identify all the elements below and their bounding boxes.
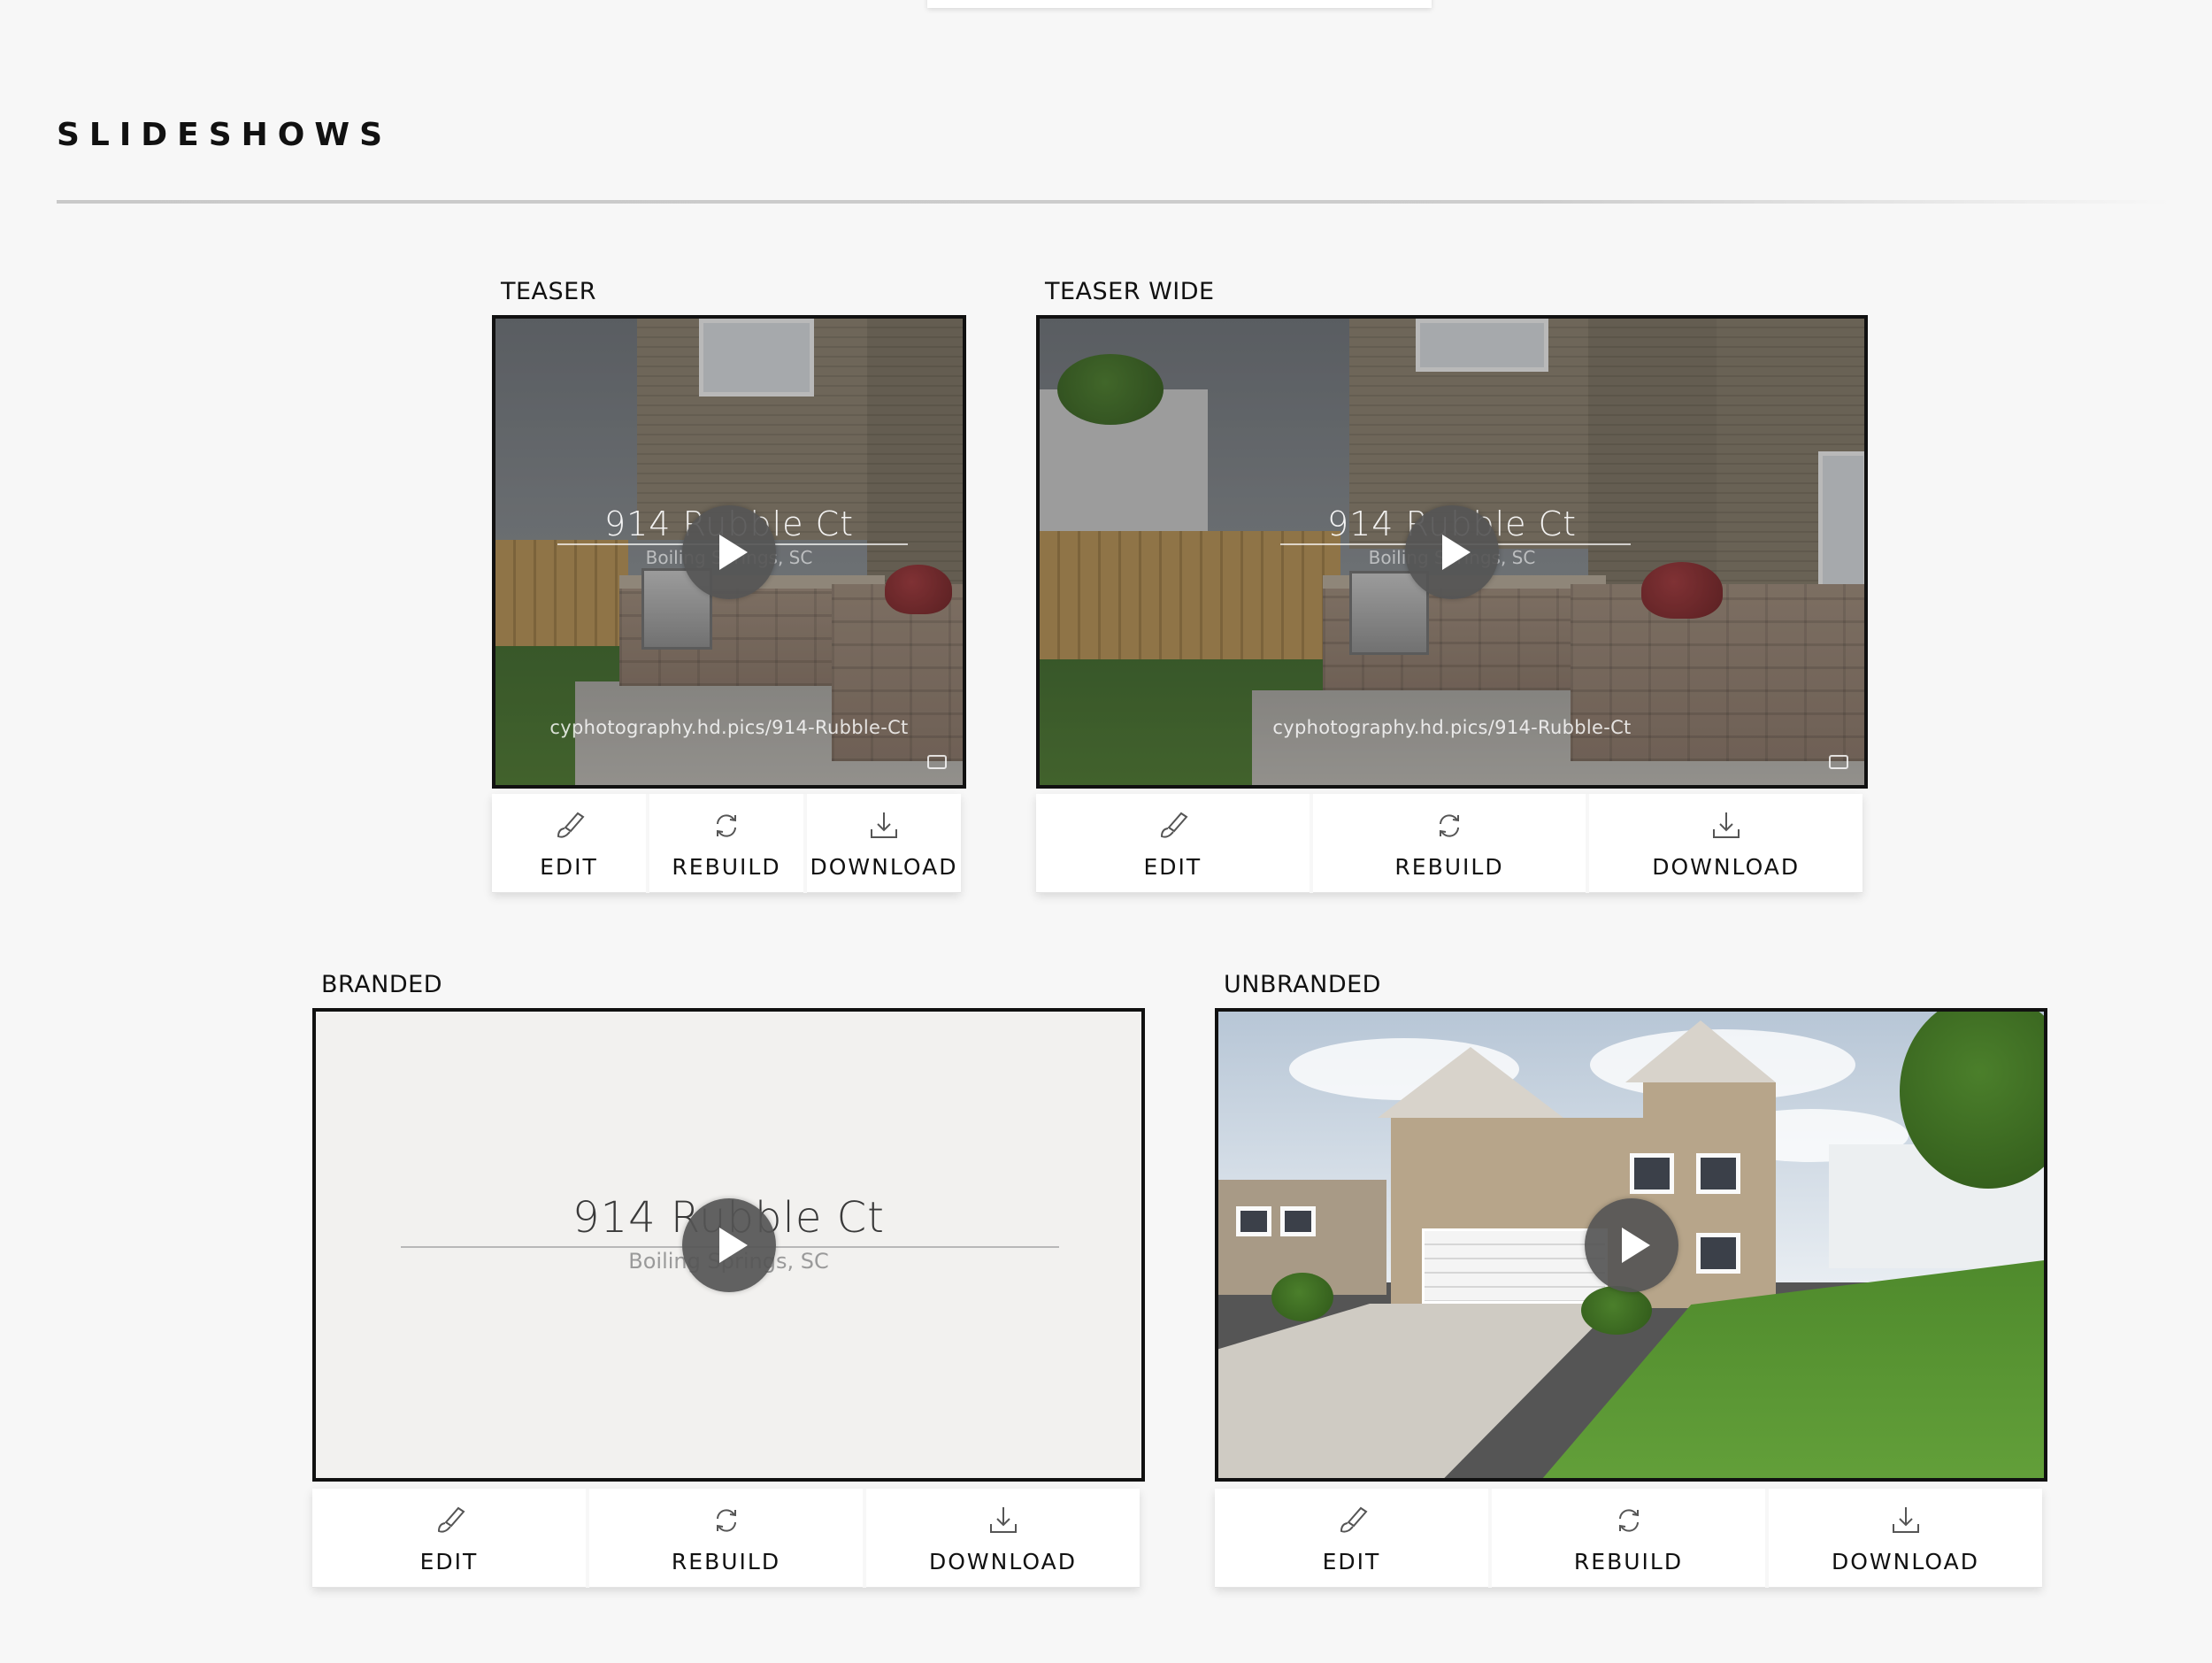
rebuild-button[interactable]: REBUILD bbox=[649, 794, 803, 893]
overlay-url: cyphotography.hd.pics/914-Rubble-Ct bbox=[549, 717, 909, 738]
download-label: DOWNLOAD bbox=[810, 854, 958, 880]
play-icon[interactable] bbox=[1405, 504, 1499, 599]
download-button[interactable]: DOWNLOAD bbox=[1769, 1489, 2042, 1588]
download-label: DOWNLOAD bbox=[1652, 854, 1801, 880]
edit-button[interactable]: EDIT bbox=[1036, 794, 1310, 893]
rebuild-button[interactable]: REBUILD bbox=[589, 1489, 863, 1588]
camera-icon bbox=[927, 755, 947, 769]
action-bar: EDIT REBUILD DOWNLOAD bbox=[1215, 1489, 2042, 1588]
edit-label: EDIT bbox=[1322, 1549, 1381, 1574]
rebuild-label: REBUILD bbox=[672, 854, 781, 880]
edit-label: EDIT bbox=[419, 1549, 479, 1574]
brush-icon bbox=[1161, 812, 1188, 838]
video-preview[interactable]: 914 Rubble Ct Boiling Springs, SC bbox=[312, 1008, 1145, 1482]
edit-label: EDIT bbox=[1143, 854, 1202, 880]
video-preview[interactable]: 914 Rubble Ct Boiling Springs, SC cyphot… bbox=[1036, 315, 1868, 789]
download-icon bbox=[1892, 1507, 1919, 1533]
edit-label: EDIT bbox=[540, 854, 598, 880]
rebuild-button[interactable]: REBUILD bbox=[1492, 1489, 1765, 1588]
download-icon bbox=[1712, 812, 1740, 838]
refresh-icon bbox=[716, 1509, 736, 1532]
rebuild-label: REBUILD bbox=[1573, 1549, 1684, 1574]
play-icon[interactable] bbox=[682, 504, 776, 599]
rebuild-label: REBUILD bbox=[1394, 854, 1504, 880]
brush-icon bbox=[1340, 1506, 1368, 1533]
refresh-icon bbox=[1440, 814, 1459, 837]
download-icon bbox=[871, 812, 897, 838]
card-label: UNBRANDED bbox=[1224, 971, 1381, 998]
card-label: TEASER bbox=[501, 278, 596, 305]
play-icon[interactable] bbox=[1584, 1197, 1678, 1292]
action-bar: EDIT REBUILD DOWNLOAD bbox=[312, 1489, 1140, 1588]
play-icon[interactable] bbox=[681, 1197, 776, 1292]
card-label: BRANDED bbox=[321, 971, 442, 998]
refresh-icon bbox=[717, 814, 736, 837]
edit-button[interactable]: EDIT bbox=[492, 794, 646, 893]
action-bar: EDIT REBUILD DOWNLOAD bbox=[1036, 794, 1863, 893]
overlay-url: cyphotography.hd.pics/914-Rubble-Ct bbox=[1272, 717, 1632, 738]
section-title: SLIDESHOWS bbox=[57, 117, 393, 153]
brush-icon bbox=[437, 1506, 465, 1533]
download-icon bbox=[989, 1507, 1017, 1533]
action-bar: EDIT REBUILD DOWNLOAD bbox=[492, 794, 961, 893]
edit-button[interactable]: EDIT bbox=[312, 1489, 586, 1588]
video-preview[interactable]: 914 Rubble Ct Boiling Springs, SC cyphot… bbox=[492, 315, 966, 789]
download-button[interactable]: DOWNLOAD bbox=[1589, 794, 1863, 893]
brush-icon bbox=[557, 812, 585, 838]
card-label: TEASER WIDE bbox=[1045, 278, 1215, 305]
edit-button[interactable]: EDIT bbox=[1215, 1489, 1488, 1588]
camera-icon bbox=[1829, 755, 1848, 769]
download-button[interactable]: DOWNLOAD bbox=[866, 1489, 1140, 1588]
section-divider bbox=[57, 200, 2171, 204]
refresh-icon bbox=[1618, 1509, 1639, 1532]
rebuild-button[interactable]: REBUILD bbox=[1312, 794, 1586, 893]
download-label: DOWNLOAD bbox=[1832, 1549, 1979, 1574]
download-label: DOWNLOAD bbox=[929, 1549, 1077, 1574]
download-button[interactable]: DOWNLOAD bbox=[807, 794, 961, 893]
video-preview[interactable] bbox=[1215, 1008, 2047, 1482]
top-panel-edge bbox=[927, 0, 1432, 8]
rebuild-label: REBUILD bbox=[671, 1549, 781, 1574]
